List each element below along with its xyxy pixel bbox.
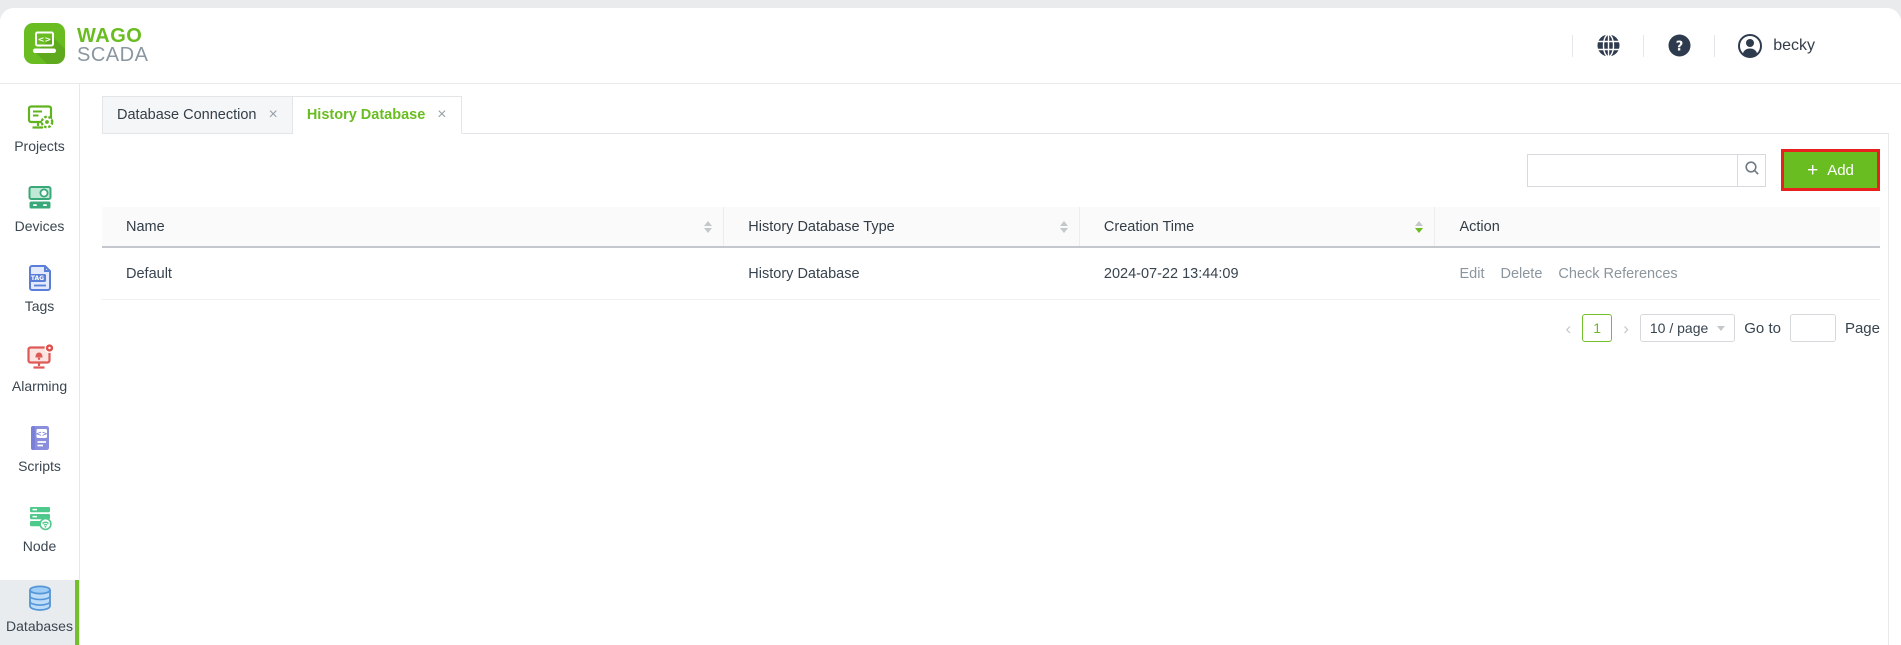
- sidebar-item-databases[interactable]: Databases: [0, 580, 79, 645]
- close-icon[interactable]: ×: [268, 107, 277, 123]
- sidebar-item-alarming[interactable]: Alarming: [0, 340, 79, 420]
- search-button[interactable]: [1737, 155, 1765, 186]
- page-number-button[interactable]: 1: [1582, 314, 1612, 342]
- sidebar-item-label: Scripts: [18, 458, 61, 474]
- tags-icon: TAG: [25, 262, 55, 294]
- search-box: [1527, 154, 1766, 187]
- language-globe-icon[interactable]: [1595, 33, 1621, 59]
- search-icon: [1744, 160, 1760, 181]
- brand-name: WAGO: [77, 27, 148, 46]
- sidebar-item-scripts[interactable]: <> Scripts: [0, 420, 79, 500]
- user-avatar-icon: [1737, 33, 1763, 59]
- sidebar-nav: Projects Devices: [0, 84, 80, 645]
- wago-logo-icon: <>: [24, 23, 65, 69]
- user-menu[interactable]: becky: [1737, 33, 1815, 59]
- sidebar-item-devices[interactable]: Devices: [0, 180, 79, 260]
- search-input[interactable]: [1528, 155, 1737, 186]
- sort-icon[interactable]: [1060, 221, 1068, 233]
- username-label: becky: [1773, 37, 1815, 55]
- devices-icon: [25, 182, 55, 214]
- history-database-table: Name History Database Type Creation Time: [102, 207, 1880, 300]
- sidebar-item-label: Devices: [15, 218, 65, 234]
- add-button[interactable]: + Add: [1784, 152, 1877, 188]
- table-toolbar: + Add: [102, 149, 1880, 191]
- add-button-highlight: + Add: [1781, 149, 1880, 191]
- content-right-edge: [1888, 134, 1889, 645]
- sidebar-item-label: Tags: [25, 298, 55, 314]
- previous-page-icon[interactable]: ‹: [1564, 320, 1574, 337]
- sidebar-item-node[interactable]: Node: [0, 500, 79, 580]
- sidebar-item-label: Projects: [14, 138, 65, 154]
- column-header-name[interactable]: Name: [102, 207, 724, 246]
- cell-name: Default: [102, 266, 724, 282]
- sort-icon[interactable]: [704, 221, 712, 233]
- sidebar-item-label: Alarming: [12, 378, 67, 394]
- cell-history-database-type: History Database: [724, 266, 1080, 282]
- top-bar: <> WAGO SCADA: [0, 8, 1901, 84]
- next-page-icon[interactable]: ›: [1621, 320, 1631, 337]
- column-label: Name: [126, 219, 165, 235]
- tab-label: History Database: [307, 107, 425, 123]
- tab-history-database[interactable]: History Database ×: [293, 96, 462, 134]
- pagination: ‹ 1 › 10 / page Go to Page: [102, 314, 1880, 342]
- goto-page-input[interactable]: [1790, 314, 1836, 342]
- app-title: WAGO SCADA: [77, 27, 148, 65]
- column-header-action: Action: [1435, 207, 1880, 246]
- sort-icon-descending-active[interactable]: [1415, 221, 1423, 233]
- table-header-row: Name History Database Type Creation Time: [102, 207, 1880, 248]
- tab-label: Database Connection: [117, 107, 256, 123]
- alarming-icon: [25, 342, 55, 374]
- topbar-actions: ? becky: [1572, 33, 1815, 59]
- column-header-creation-time[interactable]: Creation Time: [1080, 207, 1436, 246]
- svg-text:?: ?: [1675, 40, 1683, 55]
- close-icon[interactable]: ×: [437, 107, 446, 123]
- column-label: History Database Type: [748, 219, 894, 235]
- page-size-select[interactable]: 10 / page: [1640, 314, 1735, 342]
- svg-text:<>: <>: [35, 430, 47, 438]
- divider: [1643, 35, 1644, 57]
- sidebar-item-label: Node: [23, 538, 56, 554]
- page-size-value: 10 / page: [1650, 320, 1708, 336]
- tab-database-connection[interactable]: Database Connection ×: [102, 96, 293, 134]
- check-references-link[interactable]: Check References: [1558, 266, 1677, 282]
- goto-label: Go to: [1744, 320, 1781, 337]
- add-button-label: Add: [1827, 162, 1854, 179]
- edit-link[interactable]: Edit: [1459, 266, 1484, 282]
- sidebar-item-tags[interactable]: TAG Tags: [0, 260, 79, 340]
- tab-bar: Database Connection × History Database ×: [102, 96, 1889, 134]
- table-row: Default History Database 2024-07-22 13:4…: [102, 248, 1880, 300]
- databases-icon: [25, 582, 55, 614]
- node-icon: [25, 502, 55, 534]
- scripts-icon: <>: [25, 422, 55, 454]
- delete-link[interactable]: Delete: [1500, 266, 1542, 282]
- svg-text:TAG: TAG: [30, 275, 43, 282]
- product-name: SCADA: [77, 46, 148, 65]
- cell-creation-time: 2024-07-22 13:44:09: [1080, 266, 1436, 282]
- divider: [1714, 35, 1715, 57]
- plus-icon: +: [1807, 161, 1818, 180]
- app-window: <> WAGO SCADA: [0, 8, 1901, 645]
- sidebar-item-label: Databases: [6, 618, 73, 634]
- projects-icon: [25, 102, 55, 134]
- column-header-history-database-type[interactable]: History Database Type: [724, 207, 1080, 246]
- divider: [1572, 35, 1573, 57]
- help-icon[interactable]: ?: [1666, 33, 1692, 59]
- svg-text:<>: <>: [38, 35, 51, 44]
- page-label: Page: [1845, 320, 1880, 337]
- column-label: Creation Time: [1104, 219, 1194, 235]
- app-logo: <> WAGO SCADA: [24, 23, 148, 69]
- main-content: Database Connection × History Database ×: [80, 84, 1901, 645]
- sidebar-item-projects[interactable]: Projects: [0, 100, 79, 180]
- chevron-down-icon: [1717, 326, 1725, 331]
- cell-actions: Edit Delete Check References: [1435, 266, 1880, 282]
- column-label: Action: [1459, 219, 1499, 235]
